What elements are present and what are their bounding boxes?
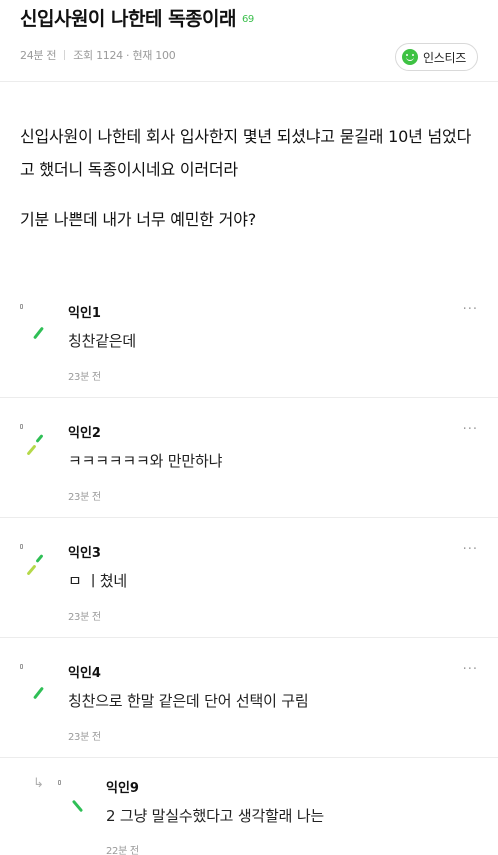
post-meta: 24분 전 조회 1124 · 현재 100 (20, 47, 176, 63)
comment-avatar (20, 304, 46, 344)
more-options-icon[interactable]: ··· (463, 302, 478, 317)
comment-time: 23분 전 (68, 612, 101, 623)
board-badge-button[interactable]: 인스티즈 (395, 43, 478, 71)
reply-arrow-icon: ↳ (33, 776, 44, 791)
view-count: 조회 1124 · 현재 100 (73, 49, 176, 62)
comment-author[interactable]: 익인2 (68, 422, 101, 441)
smile-icon (402, 49, 419, 65)
more-options-icon[interactable]: ··· (463, 662, 478, 677)
post-title-text: 신입사원이 나한테 독종이래 (20, 8, 237, 30)
avatar-stroke (33, 326, 44, 340)
post-header: 신입사원이 나한테 독종이래 69 24분 전 조회 1124 · 현재 100 인… (0, 0, 498, 82)
comment-author[interactable]: 익인4 (68, 662, 101, 681)
comment-time: 22분 전 (106, 846, 139, 855)
avatar-dot (20, 304, 23, 309)
comment-item: 익인2 ㅋㅋㅋㅋㅋㅋ와 만만하냐 23분 전 ··· (0, 410, 498, 518)
post-title: 신입사원이 나한테 독종이래 69 (20, 4, 254, 31)
comment-author[interactable]: 익인1 (68, 302, 101, 321)
post-body: 신입사원이 나한테 회사 입사한지 몇년 되셨냐고 묻길래 10년 넘었다고 했… (20, 120, 482, 253)
comment-avatar (20, 664, 46, 704)
comment-time: 23분 전 (68, 372, 101, 383)
avatar-stroke (26, 444, 37, 456)
comment-item: 익인1 칭찬같은데 23분 전 ··· (0, 290, 498, 398)
post-paragraph: 기분 나쁜데 내가 너무 예민한 거야? (20, 210, 257, 229)
comment-text: ㅋㅋㅋㅋㅋㅋ와 만만하냐 (68, 452, 223, 470)
board-label: 인스티즈 (423, 50, 466, 65)
comment-author[interactable]: 익인9 (106, 777, 139, 796)
avatar-stroke (26, 564, 37, 576)
comment-avatar (20, 544, 46, 584)
comment-text: 칭찬으로 한말 같은데 단어 선택이 구림 (68, 692, 309, 710)
meta-divider (64, 50, 66, 60)
more-options-icon[interactable]: ··· (463, 542, 478, 557)
reply-comment-item: ↳ 익인9 2 그냥 말실수했다고 생각할래 나는 22분 전 (0, 770, 498, 855)
post-paragraph: 신입사원이 나한테 회사 입사한지 몇년 되셨냐고 묻길래 10년 넘었다고 했… (20, 127, 472, 179)
comment-item: 익인3 ㅁ ㅣ쳤네 23분 전 ··· (0, 530, 498, 638)
avatar-dot (20, 664, 23, 669)
comment-avatar (20, 424, 46, 464)
more-options-icon[interactable]: ··· (463, 422, 478, 437)
avatar-stroke (33, 686, 44, 700)
avatar-stroke (35, 554, 44, 563)
avatar-dot (58, 780, 61, 785)
comment-avatar (58, 780, 84, 820)
comment-item: 익인4 칭찬으로 한말 같은데 단어 선택이 구림 23분 전 ··· (0, 650, 498, 758)
comment-author[interactable]: 익인3 (68, 542, 101, 561)
comment-count[interactable]: 69 (242, 14, 254, 25)
post-time: 24분 전 (20, 49, 57, 62)
avatar-stroke (35, 434, 44, 443)
comment-time: 23분 전 (68, 492, 101, 503)
avatar-dot (20, 544, 23, 549)
comment-text: 2 그냥 말실수했다고 생각할래 나는 (106, 807, 325, 825)
avatar-dot (20, 424, 23, 429)
comment-time: 23분 전 (68, 732, 101, 743)
comment-text: 칭찬같은데 (68, 332, 137, 350)
comment-text: ㅁ ㅣ쳤네 (68, 572, 127, 590)
avatar-stroke (71, 799, 84, 813)
